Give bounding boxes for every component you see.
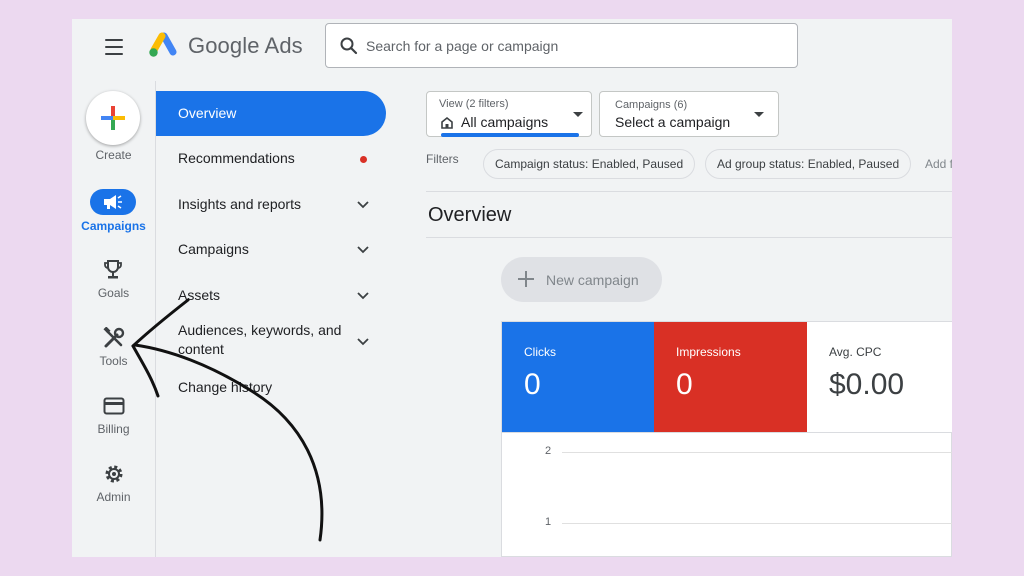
trophy-icon[interactable] [103, 259, 123, 281]
admin-label[interactable]: Admin [72, 490, 155, 504]
nav-label: Overview [178, 105, 237, 121]
performance-chart: 2 1 [502, 432, 952, 557]
nav-label: Audiences, keywords, and [178, 322, 342, 338]
campaign-select[interactable]: Campaigns (6) Select a campaign [599, 91, 779, 137]
nav-label: Change history [178, 379, 273, 395]
filter-chip-ad-group-status[interactable]: Ad group status: Enabled, Paused [705, 149, 912, 179]
nav-item-change-history[interactable]: Change history [156, 375, 386, 420]
megaphone-icon [104, 195, 122, 209]
add-filter-link[interactable]: Add f [925, 157, 952, 171]
y-tick-label: 1 [545, 516, 552, 528]
divider [426, 237, 952, 238]
y-tick-label: 2 [545, 445, 552, 457]
nav-item-insights-and-reports[interactable]: Insights and reports [156, 181, 386, 226]
tools-label[interactable]: Tools [72, 354, 155, 368]
home-icon [441, 116, 453, 129]
campaign-select-label: Campaigns (6) [615, 99, 688, 111]
metric-card-clicks[interactable]: Clicks 0 [502, 322, 654, 432]
nav-item-campaigns[interactable]: Campaigns [156, 227, 386, 272]
gridline [562, 523, 952, 524]
gear-icon[interactable] [103, 463, 125, 485]
metric-card-impressions[interactable]: Impressions 0 [654, 322, 807, 432]
nav-label: Recommendations [178, 150, 295, 166]
campaign-select-value: Select a campaign [615, 114, 731, 130]
brand-name: Google Ads [188, 33, 303, 58]
dropdown-arrow-icon [573, 112, 583, 117]
plus-icon [518, 271, 534, 287]
view-filter-label: View (2 filters) [439, 98, 509, 110]
metrics-panel: Clicks 0 Impressions 0 Avg. CPC $0.00 2 … [501, 321, 952, 557]
filter-chip-campaign-status[interactable]: Campaign status: Enabled, Paused [483, 149, 696, 179]
metric-label: Clicks [524, 345, 556, 359]
google-ads-logo-icon [149, 32, 177, 57]
chevron-down-icon [357, 292, 369, 300]
nav-label: Insights and reports [178, 196, 301, 212]
metric-value: $0.00 [829, 368, 905, 401]
view-filter-select[interactable]: View (2 filters) All campaigns [426, 91, 592, 137]
search-input[interactable]: Search for a page or campaign [325, 23, 798, 68]
divider [426, 191, 952, 192]
metric-value: 0 [524, 368, 541, 401]
metric-label: Impressions [676, 345, 741, 359]
page-title: Overview [428, 204, 512, 226]
nav-label: content [178, 341, 224, 357]
new-campaign-label: New campaign [546, 272, 639, 288]
nav-item-assets[interactable]: Assets [156, 272, 386, 317]
chevron-down-icon [357, 246, 369, 254]
search-icon [340, 37, 358, 55]
metric-card-avg-cpc[interactable]: Avg. CPC $0.00 [807, 322, 952, 432]
nav-label: Assets [178, 287, 221, 303]
selected-underline [441, 133, 579, 137]
create-button[interactable] [86, 91, 140, 145]
app-window: Google Ads Search for a page or campaign… [72, 19, 952, 557]
create-label: Create [95, 148, 132, 162]
notification-dot [360, 156, 367, 163]
tools-icon[interactable] [103, 327, 125, 349]
gridline [562, 452, 952, 453]
filters-label: Filters [426, 152, 459, 166]
nav-item-recommendations[interactable]: Recommendations [156, 136, 386, 181]
menu-icon[interactable] [103, 37, 125, 57]
search-placeholder: Search for a page or campaign [366, 38, 559, 54]
top-bar: Google Ads Search for a page or campaign [72, 19, 952, 81]
nav-item-overview[interactable]: Overview [156, 91, 386, 136]
dropdown-arrow-icon [754, 112, 764, 117]
section-nav: Overview Recommendations Insights and re… [156, 81, 386, 557]
nav-label: Campaigns [178, 241, 249, 257]
nav-item-audiences-keywords-content[interactable]: Audiences, keywords, and content [156, 319, 386, 371]
goals-label[interactable]: Goals [72, 286, 155, 300]
credit-card-icon[interactable] [103, 397, 125, 415]
campaigns-rail-button[interactable] [90, 189, 136, 215]
metric-label: Avg. CPC [829, 345, 882, 359]
chevron-down-icon [357, 338, 369, 346]
campaigns-rail-label[interactable]: Campaigns [72, 219, 155, 233]
metric-value: 0 [676, 368, 693, 401]
plus-icon [101, 106, 125, 130]
view-filter-value: All campaigns [461, 114, 549, 130]
left-rail: Create Campaigns Goals Tools Billing Adm… [72, 81, 155, 557]
chevron-down-icon [357, 201, 369, 209]
new-campaign-button[interactable]: New campaign [501, 257, 662, 302]
billing-label[interactable]: Billing [72, 422, 155, 436]
main-content: View (2 filters) All campaigns Campaigns… [426, 81, 952, 557]
